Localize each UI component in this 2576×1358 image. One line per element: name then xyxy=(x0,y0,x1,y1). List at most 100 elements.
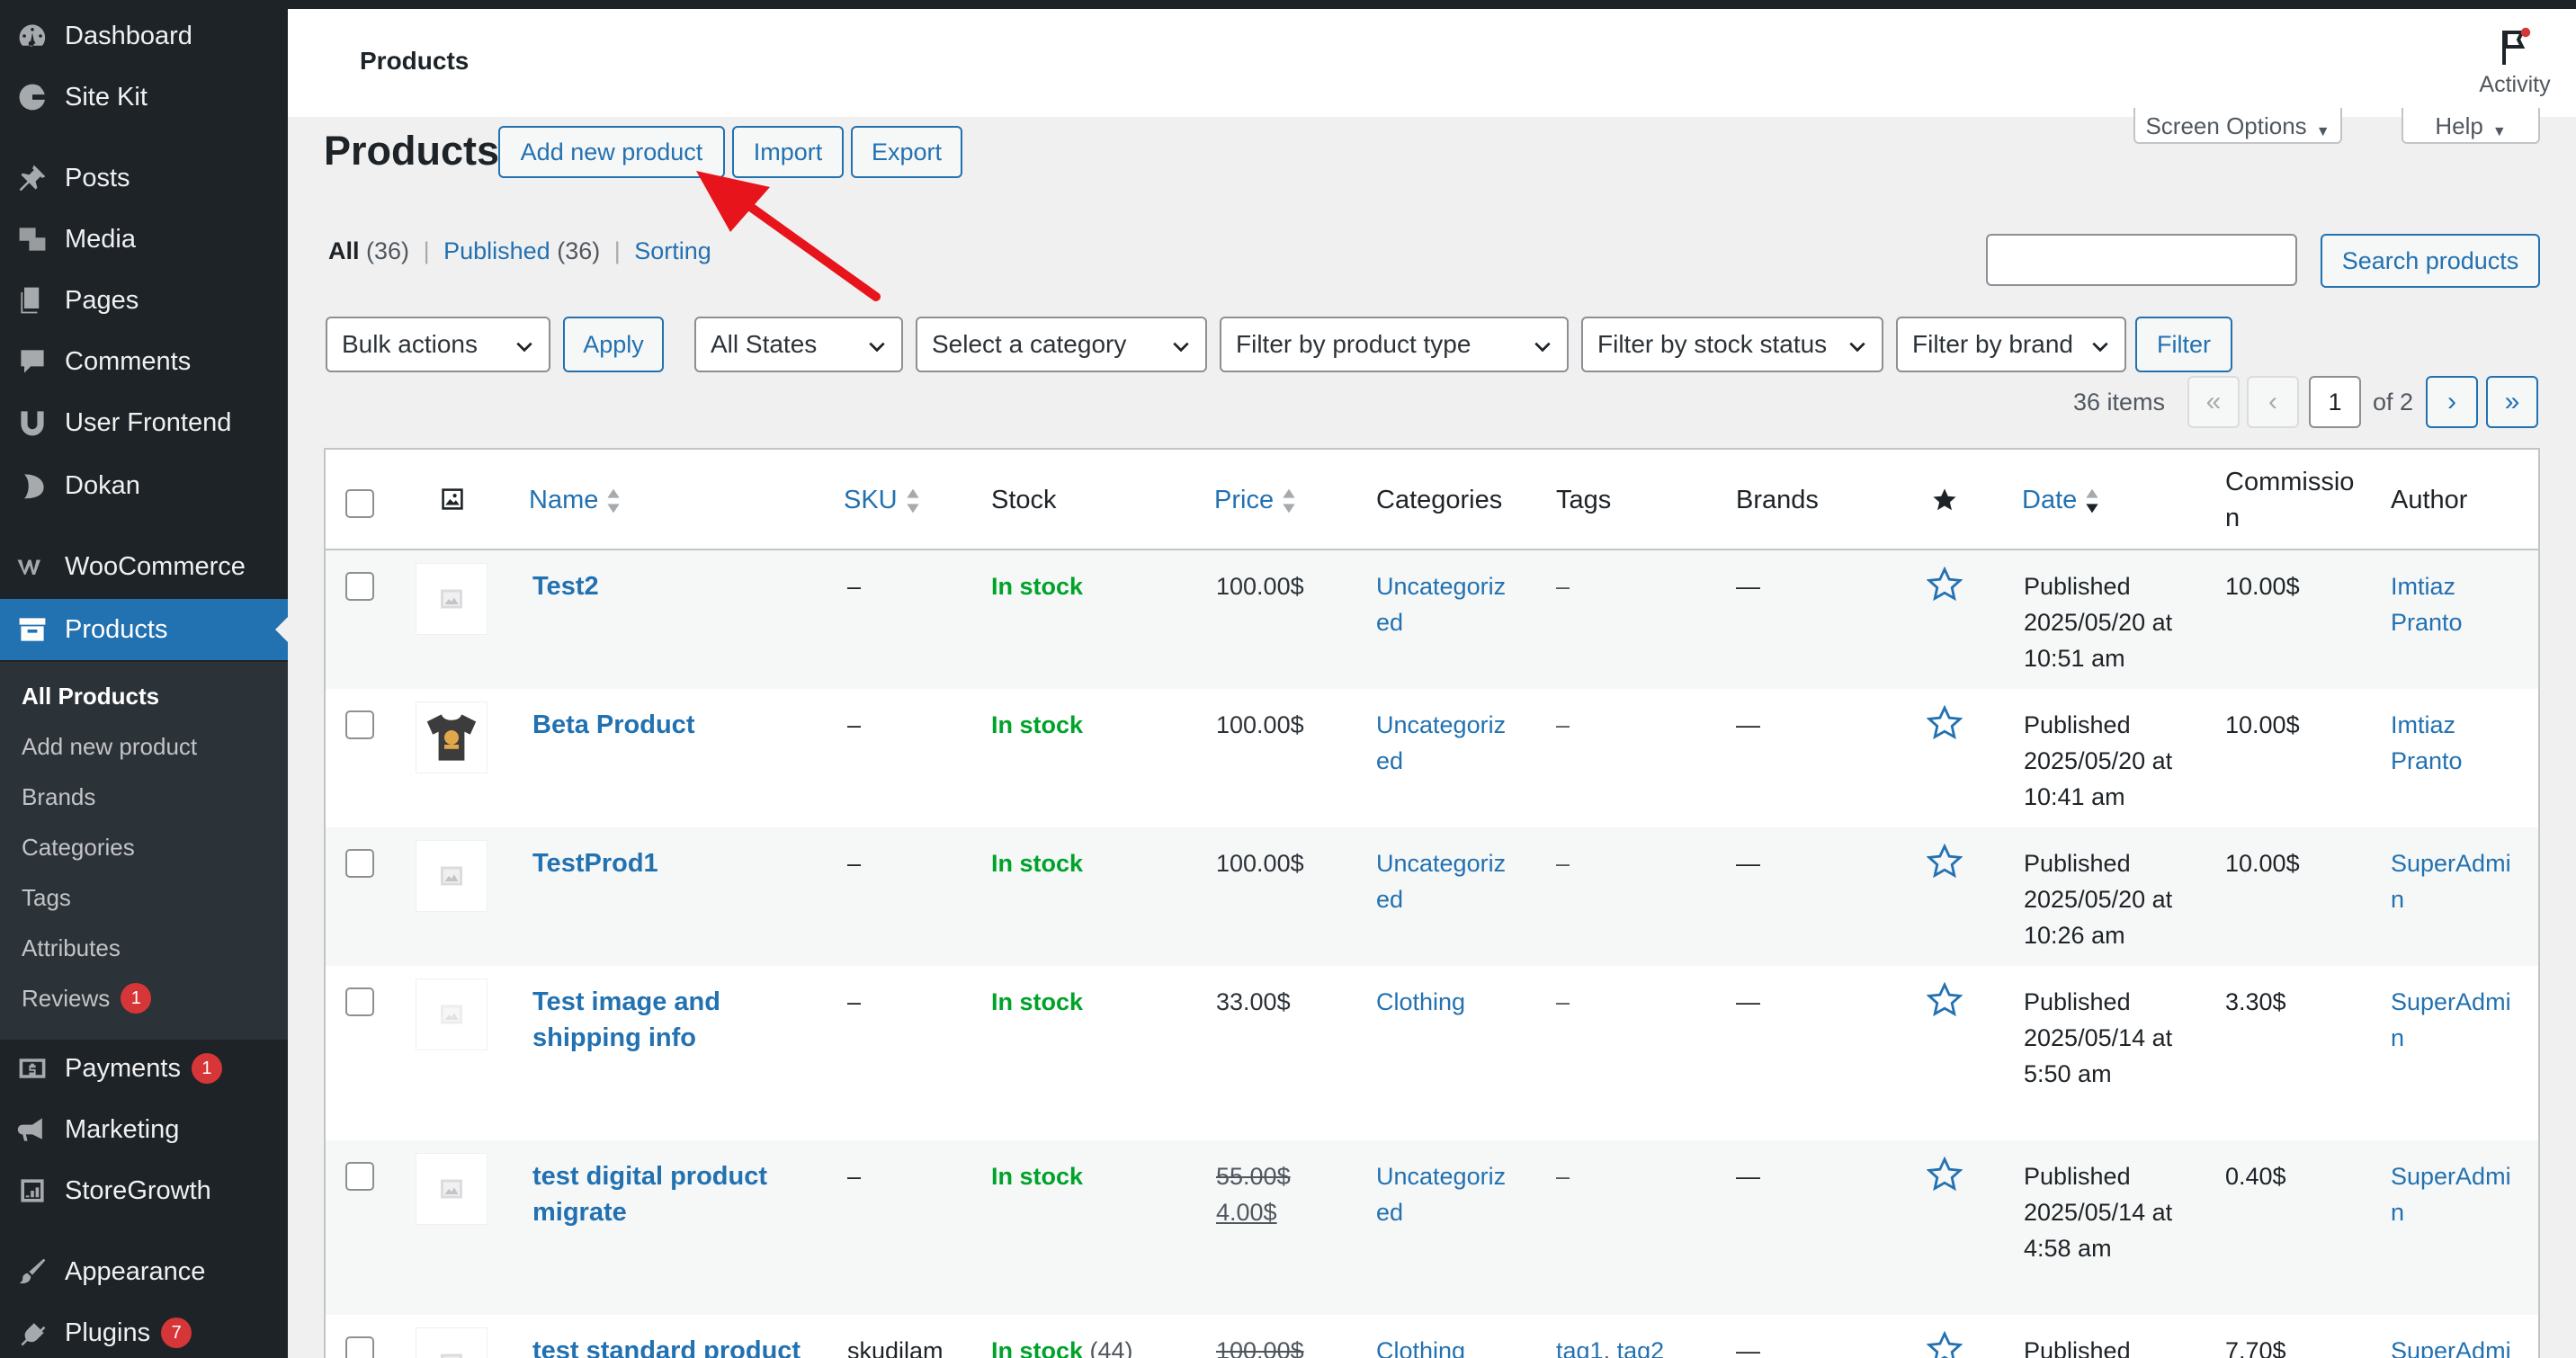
product-author-link[interactable]: SuperAdmi n xyxy=(2391,1158,2511,1230)
star-outline-icon[interactable] xyxy=(1927,567,1963,603)
prev-page-button[interactable]: ‹ xyxy=(2247,376,2299,428)
product-author-link[interactable]: Imtiaz Pranto xyxy=(2391,568,2463,640)
column-date[interactable]: Date xyxy=(2022,482,2100,518)
sidebar-item-dokan[interactable]: Dokan xyxy=(0,455,288,516)
sidebar-item-label: User Frontend xyxy=(65,407,232,437)
category-select[interactable]: Select a category xyxy=(916,317,1207,372)
stock-status: In stock xyxy=(991,573,1084,600)
megaphone-icon xyxy=(14,1112,50,1148)
sidebar-item-comments[interactable]: Comments xyxy=(0,331,288,392)
search-products-button[interactable]: Search products xyxy=(2321,234,2540,288)
sidebar-item-dashboard[interactable]: Dashboard xyxy=(0,5,288,67)
sidebar-item-media[interactable]: Media xyxy=(0,209,288,270)
product-name-link[interactable]: Test image and shipping info xyxy=(532,984,720,1056)
activity-button[interactable]: Activity xyxy=(2470,27,2560,98)
product-category-link[interactable]: Clothing xyxy=(1376,984,1465,1020)
row-checkbox[interactable] xyxy=(345,1162,374,1191)
filter-button[interactable]: Filter xyxy=(2135,317,2232,372)
product-category-link[interactable]: Uncategoriz ed xyxy=(1376,1158,1506,1230)
star-outline-icon[interactable] xyxy=(1927,1157,1963,1193)
brand-select[interactable]: Filter by brand xyxy=(1896,317,2126,372)
product-category-link[interactable]: Uncategoriz ed xyxy=(1376,707,1506,779)
row-checkbox[interactable] xyxy=(345,849,374,878)
product-thumbnail[interactable] xyxy=(416,840,487,912)
product-category-link[interactable]: Uncategoriz ed xyxy=(1376,568,1506,640)
placeholder-image-icon xyxy=(441,866,462,886)
submenu-attributes[interactable]: Attributes xyxy=(22,930,121,966)
star-outline-icon[interactable] xyxy=(1927,982,1963,1018)
sidebar-item-plugins[interactable]: Plugins 7 xyxy=(0,1302,288,1358)
submenu-brands[interactable]: Brands xyxy=(22,779,95,815)
view-all[interactable]: All xyxy=(328,237,360,264)
sidebar-item-marketing[interactable]: Marketing xyxy=(0,1099,288,1160)
submenu-all-products[interactable]: All Products xyxy=(22,678,159,714)
sidebar-item-label: Dokan xyxy=(65,470,140,500)
row-checkbox[interactable] xyxy=(345,710,374,739)
screen-options-button[interactable]: Screen Options ▼ xyxy=(2133,108,2342,144)
product-thumbnail[interactable] xyxy=(416,1327,487,1358)
submenu-categories[interactable]: Categories xyxy=(22,829,135,865)
star-outline-icon[interactable] xyxy=(1927,1331,1963,1358)
product-author-link[interactable]: SuperAdmi n xyxy=(2391,845,2511,917)
current-page-input[interactable]: 1 xyxy=(2309,376,2361,428)
last-page-button[interactable]: » xyxy=(2486,376,2538,428)
product-commission: 7.70$ xyxy=(2225,1337,2286,1358)
product-category-link[interactable]: Clothing xyxy=(1376,1333,1465,1358)
product-name-link[interactable]: test standard product xyxy=(532,1333,801,1358)
product-thumbnail[interactable] xyxy=(416,1153,487,1225)
product-thumbnail[interactable] xyxy=(416,978,487,1050)
sidebar-item-pages[interactable]: Pages xyxy=(0,270,288,331)
sidebar-item-label: Site Kit xyxy=(65,82,148,112)
product-thumbnail[interactable] xyxy=(416,701,487,773)
sidebar-item-posts[interactable]: Posts xyxy=(0,147,288,209)
row-checkbox[interactable] xyxy=(345,1336,374,1358)
sidebar-item-user-frontend[interactable]: User Frontend xyxy=(0,392,288,453)
row-checkbox[interactable] xyxy=(345,572,374,601)
product-name-link[interactable]: TestProd1 xyxy=(532,845,658,881)
submenu-tags[interactable]: Tags xyxy=(22,880,71,916)
column-sku[interactable]: SKU xyxy=(844,482,921,518)
sidebar-item-label: Dashboard xyxy=(65,21,192,50)
sidebar-item-woocommerce[interactable]: WooCommerce xyxy=(0,536,288,597)
states-select[interactable]: All States xyxy=(694,317,903,372)
row-checkbox[interactable] xyxy=(345,987,374,1016)
view-published[interactable]: Published xyxy=(443,237,550,264)
items-count: 36 items xyxy=(2073,389,2166,415)
product-thumbnail[interactable] xyxy=(416,563,487,635)
stock-status-select[interactable]: Filter by stock status xyxy=(1581,317,1883,372)
select-all-checkbox[interactable] xyxy=(345,489,374,518)
sidebar-item-site-kit[interactable]: Site Kit xyxy=(0,67,288,128)
star-outline-icon[interactable] xyxy=(1927,844,1963,880)
column-name[interactable]: Name xyxy=(529,482,622,518)
star-outline-icon[interactable] xyxy=(1927,705,1963,741)
product-author-link[interactable]: Imtiaz Pranto xyxy=(2391,707,2463,779)
product-sku: skudilam xyxy=(847,1337,944,1358)
submenu-add-new-product[interactable]: Add new product xyxy=(22,728,197,764)
product-author-link[interactable]: SuperAdmi n xyxy=(2391,984,2511,1056)
product-commission: 10.00$ xyxy=(2225,850,2300,877)
column-price[interactable]: Price xyxy=(1214,482,1297,518)
first-page-button[interactable]: « xyxy=(2187,376,2240,428)
product-name-link[interactable]: Test2 xyxy=(532,568,599,604)
sidebar-item-appearance[interactable]: Appearance xyxy=(0,1241,288,1302)
column-stock: Stock xyxy=(991,486,1057,514)
sidebar-item-storegrowth[interactable]: StoreGrowth xyxy=(0,1160,288,1221)
product-name-link[interactable]: Beta Product xyxy=(532,707,694,743)
bulk-actions-select[interactable]: Bulk actions xyxy=(326,317,550,372)
view-sorting[interactable]: Sorting xyxy=(634,237,711,264)
next-page-button[interactable]: › xyxy=(2426,376,2478,428)
submenu-reviews[interactable]: Reviews 1 xyxy=(22,980,152,1016)
apply-button[interactable]: Apply xyxy=(563,317,664,372)
chevron-down-icon xyxy=(869,342,885,353)
search-input[interactable] xyxy=(1986,234,2297,286)
product-type-select[interactable]: Filter by product type xyxy=(1220,317,1569,372)
product-price: 100.00$ xyxy=(1216,850,1304,877)
sidebar-item-products[interactable]: Products xyxy=(0,599,288,660)
product-name-link[interactable]: test digital product migrate xyxy=(532,1158,767,1230)
product-tags: – xyxy=(1556,1163,1570,1190)
column-tags: Tags xyxy=(1556,486,1612,514)
sidebar-item-payments[interactable]: Payments 1 xyxy=(0,1038,288,1099)
help-button[interactable]: Help ▼ xyxy=(2402,108,2540,144)
product-author-link[interactable]: SuperAdmi xyxy=(2391,1333,2511,1358)
product-category-link[interactable]: Uncategoriz ed xyxy=(1376,845,1506,917)
